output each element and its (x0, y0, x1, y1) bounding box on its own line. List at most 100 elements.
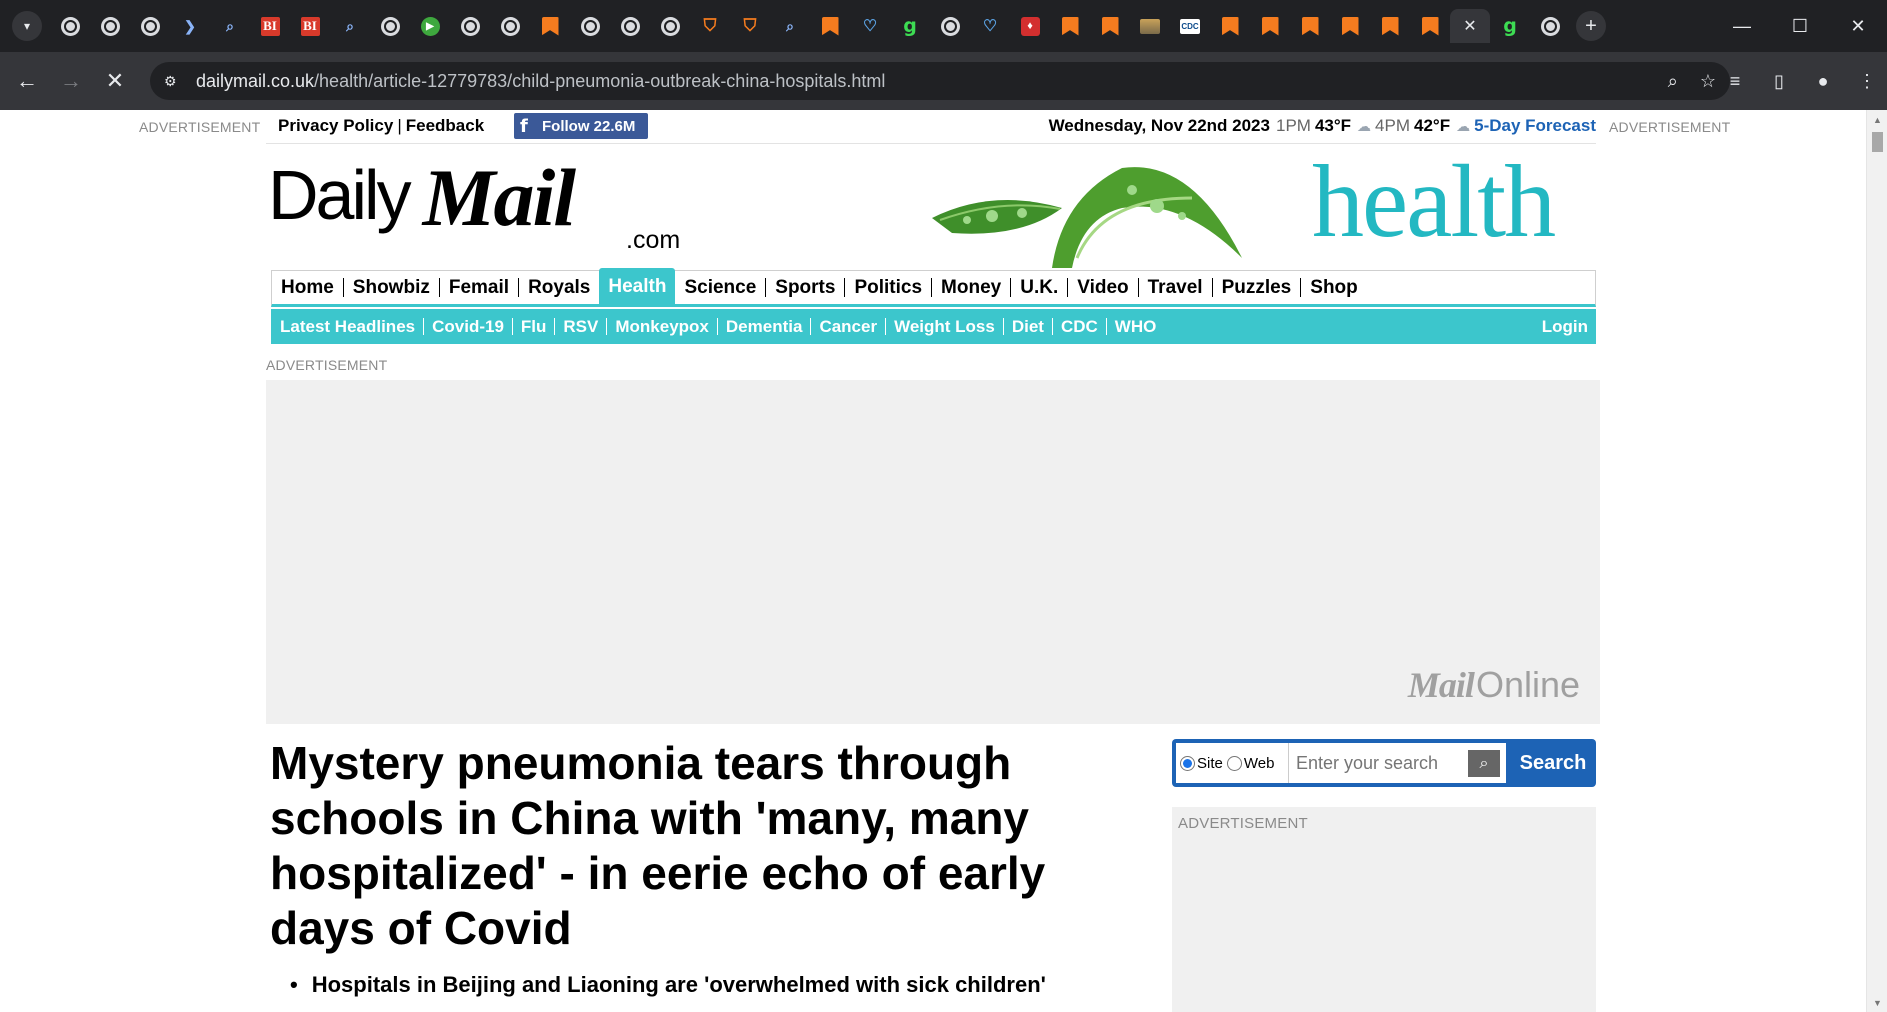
browser-tab[interactable]: ❯ (170, 9, 210, 43)
browser-tab[interactable] (1330, 9, 1370, 43)
browser-tab[interactable] (1210, 9, 1250, 43)
nav-item-shop[interactable]: Shop (1301, 278, 1367, 297)
back-button[interactable]: ← (10, 64, 44, 98)
browser-tab[interactable] (50, 9, 90, 43)
radio-icon[interactable] (1226, 755, 1242, 771)
nav-item-puzzles[interactable]: Puzzles (1213, 278, 1302, 297)
web-radio[interactable]: Web (1226, 755, 1274, 772)
privacy-policy-link[interactable]: Privacy Policy (278, 116, 393, 135)
nav-item-showbiz[interactable]: Showbiz (344, 278, 440, 297)
browser-tab[interactable] (1250, 9, 1290, 43)
browser-tab[interactable] (1410, 9, 1450, 43)
media-control-icon[interactable]: ≡ (1723, 71, 1747, 92)
daily-mail-logo[interactable]: Daily Mail .com (268, 157, 680, 255)
browser-tab[interactable] (90, 9, 130, 43)
browser-tab[interactable] (1370, 9, 1410, 43)
browser-tab[interactable] (810, 9, 850, 43)
subnav-item-covid-19[interactable]: Covid-19 (424, 318, 513, 335)
nav-item-science[interactable]: Science (675, 278, 767, 297)
browser-tab[interactable] (610, 9, 650, 43)
browser-tab[interactable] (650, 9, 690, 43)
side-panel-icon[interactable]: ▯ (1767, 71, 1791, 92)
browser-tab[interactable]: BI (250, 9, 290, 43)
address-bar[interactable]: ⚙ dailymail.co.uk/health/article-1277978… (150, 62, 1730, 100)
site-info-icon[interactable]: ⚙ (164, 73, 184, 90)
browser-tab[interactable] (1290, 9, 1330, 43)
bookmark-star-icon[interactable]: ☆ (1700, 71, 1716, 92)
radio-selected-icon[interactable] (1180, 755, 1195, 771)
site-radio[interactable]: Site (1180, 755, 1223, 772)
browser-tab[interactable]: BI (290, 9, 330, 43)
browser-tab[interactable]: ⌕ (210, 9, 250, 43)
nav-item-sports[interactable]: Sports (766, 278, 846, 297)
browser-tab[interactable]: ⌕ (770, 9, 810, 43)
nav-item-travel[interactable]: Travel (1139, 278, 1213, 297)
scroll-up-icon[interactable]: ▲ (1873, 115, 1882, 125)
scrollbar[interactable]: ▲ ▼ (1866, 110, 1887, 1012)
browser-tab[interactable]: ▶ (410, 9, 450, 43)
subnav-item-flu[interactable]: Flu (513, 318, 556, 335)
nav-item-health[interactable]: Health (599, 267, 676, 305)
browser-tab[interactable]: CDC (1170, 9, 1210, 43)
browser-tab[interactable] (1130, 9, 1170, 43)
subnav-item-who[interactable]: WHO (1107, 318, 1165, 335)
sidebar-ad[interactable]: ADVERTISEMENT (1172, 807, 1596, 1012)
nav-item-u-k[interactable]: U.K. (1011, 278, 1069, 297)
menu-icon[interactable]: ⋮ (1855, 71, 1879, 92)
browser-tab[interactable]: ⛉ (690, 9, 730, 43)
subnav-item-diet[interactable]: Diet (1004, 318, 1053, 335)
browser-tab[interactable]: ⌕ (330, 9, 370, 43)
nav-item-home[interactable]: Home (272, 278, 344, 297)
minimize-icon[interactable]: — (1713, 0, 1771, 52)
feedback-link[interactable]: Feedback (406, 116, 484, 135)
browser-tab[interactable]: ♡ (970, 9, 1010, 43)
browser-tab[interactable] (1090, 9, 1130, 43)
browser-tab[interactable]: ⛉ (730, 9, 770, 43)
nav-item-money[interactable]: Money (932, 278, 1012, 297)
url-text[interactable]: dailymail.co.uk/health/article-12779783/… (196, 71, 885, 92)
subnav-item-monkeypox[interactable]: Monkeypox (607, 318, 718, 335)
scrollbar-thumb[interactable] (1872, 132, 1883, 152)
facebook-follow-button[interactable]: f Follow 22.6M (514, 113, 648, 139)
browser-tab[interactable]: g (1490, 9, 1530, 43)
close-tab-icon[interactable]: ✕ (1463, 16, 1476, 36)
browser-tab[interactable] (1050, 9, 1090, 43)
subnav-item-dementia[interactable]: Dementia (718, 318, 812, 335)
browser-tab[interactable] (490, 9, 530, 43)
subnav-item-cdc[interactable]: CDC (1053, 318, 1107, 335)
maximize-icon[interactable]: ☐ (1771, 0, 1829, 52)
search-input[interactable]: Enter your search (1288, 743, 1466, 783)
new-tab-button[interactable]: + (1576, 11, 1606, 41)
forecast-link[interactable]: 5-Day Forecast (1474, 116, 1596, 136)
browser-tab[interactable]: g (890, 9, 930, 43)
search-button[interactable]: Search (1510, 739, 1596, 787)
scroll-down-icon[interactable]: ▼ (1873, 998, 1882, 1008)
subnav-item-rsv[interactable]: RSV (555, 318, 608, 335)
login-link[interactable]: Login (1542, 317, 1588, 337)
stop-loading-button[interactable]: ✕ (98, 64, 132, 98)
browser-tab[interactable] (930, 9, 970, 43)
nav-item-politics[interactable]: Politics (845, 278, 933, 297)
browser-tab[interactable]: ♦ (1010, 9, 1050, 43)
browser-tab[interactable] (1530, 9, 1570, 43)
zoom-icon[interactable]: ⌕ (1668, 71, 1678, 92)
search-icon[interactable]: ⌕ (1468, 750, 1500, 777)
nav-item-video[interactable]: Video (1068, 278, 1139, 297)
nav-item-royals[interactable]: Royals (519, 278, 601, 297)
tab-search-button[interactable]: ▾ (12, 11, 42, 41)
browser-tab[interactable] (130, 9, 170, 43)
close-window-icon[interactable]: ✕ (1829, 0, 1887, 52)
subnav-item-latest-headlines[interactable]: Latest Headlines (271, 318, 425, 335)
browser-tab[interactable] (530, 9, 570, 43)
banner-ad[interactable]: Mail Online (266, 380, 1600, 724)
forward-button[interactable]: → (54, 64, 88, 98)
section-title-health[interactable]: health (1312, 142, 1556, 262)
nav-item-femail[interactable]: Femail (440, 278, 520, 297)
subnav-item-cancer[interactable]: Cancer (811, 318, 887, 335)
browser-tab[interactable] (370, 9, 410, 43)
browser-tab[interactable] (570, 9, 610, 43)
browser-tab[interactable] (450, 9, 490, 43)
browser-tab[interactable]: ♡ (850, 9, 890, 43)
active-browser-tab[interactable]: ✕ (1450, 9, 1490, 43)
profile-icon[interactable]: ● (1811, 71, 1835, 92)
